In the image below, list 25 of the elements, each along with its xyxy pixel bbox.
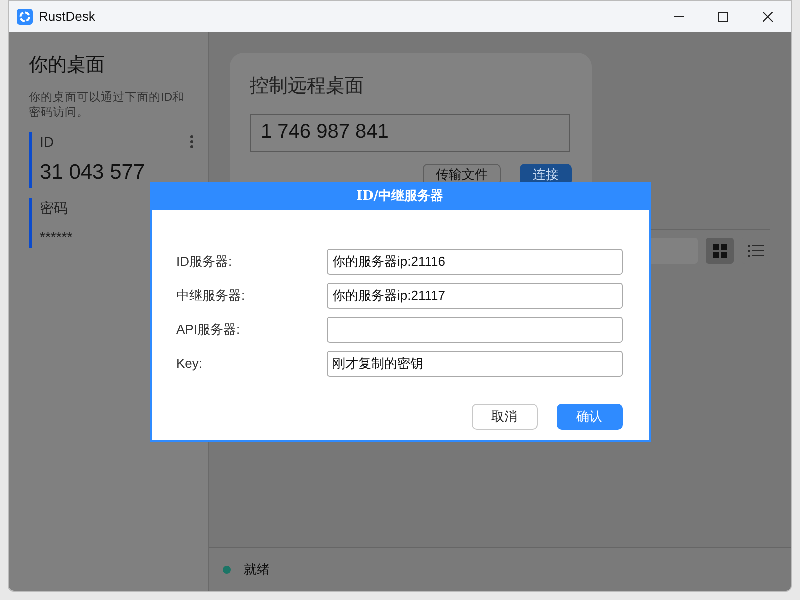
field-label: 中继服务器: [176, 286, 246, 305]
dialog-title: ID/中继服务器 [152, 184, 648, 210]
password-label: 密码 [40, 198, 69, 218]
app-logo-icon [17, 8, 33, 24]
id-value: 31 043 577 [40, 160, 146, 186]
server-input-field[interactable] [326, 316, 622, 342]
card-heading: 控制远程桌面 [250, 75, 365, 99]
window-title: RustDesk [39, 8, 96, 26]
server-input-field[interactable]: 你的服务器ip:21116 [326, 248, 622, 274]
field-label: Key: [176, 354, 204, 373]
maximize-icon[interactable] [718, 12, 728, 22]
server-input-field[interactable]: 你的服务器ip:21117 [326, 282, 622, 308]
status-text: 就绪 [244, 560, 270, 579]
field-label: ID服务器: [176, 252, 234, 271]
sidebar-heading: 你的桌面 [29, 54, 106, 78]
server-input-field[interactable]: 刚才复制的密钥 [326, 350, 622, 376]
remote-id-field[interactable]: 1 746 987 841 [250, 114, 570, 152]
secondary-button[interactable]: 取消 [472, 404, 538, 430]
sidebar-description: 你的桌面可以通过下面的ID和密码访问。 [29, 90, 186, 120]
close-icon[interactable] [763, 12, 773, 22]
grid-view-icon[interactable] [706, 238, 734, 264]
password-value: ****** [40, 228, 74, 246]
more-icon[interactable] [190, 135, 194, 149]
id-label: ID [40, 132, 54, 152]
field-label: API服务器: [176, 320, 242, 339]
